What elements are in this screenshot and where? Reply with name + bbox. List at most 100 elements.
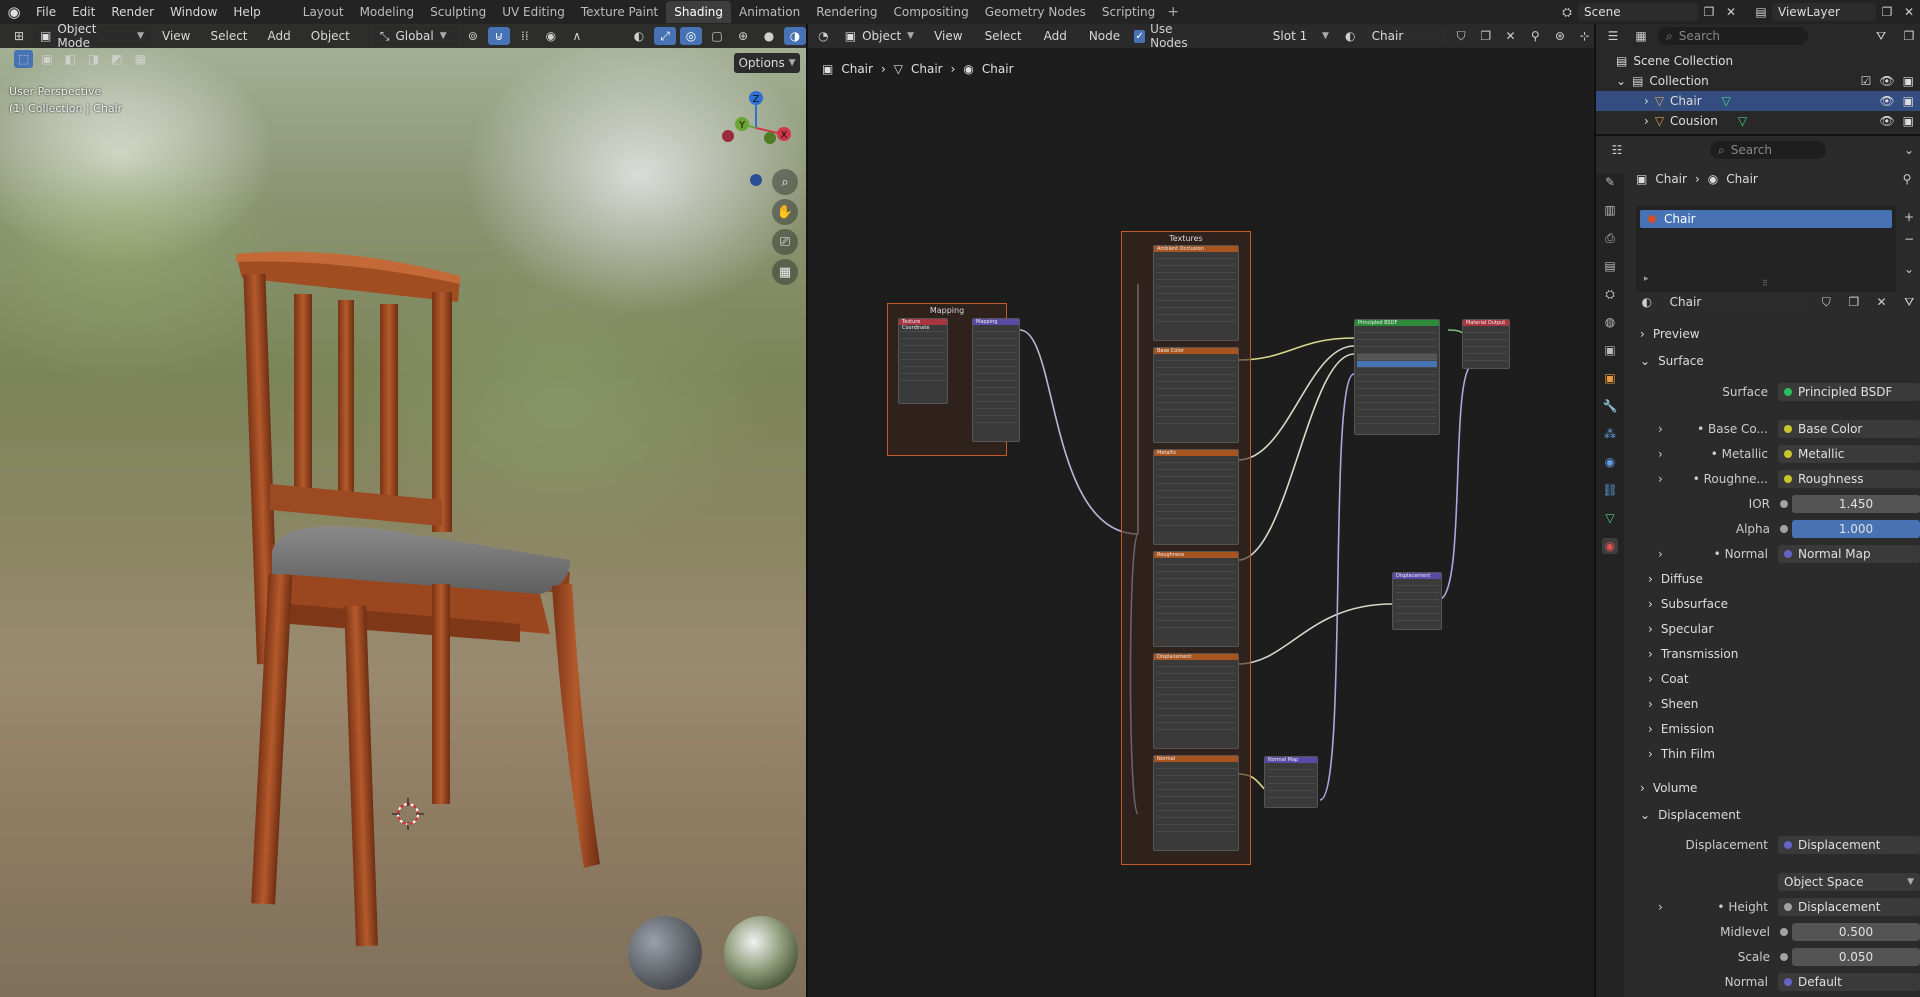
proportional-edit-icon[interactable]: ◉	[540, 27, 562, 45]
eye-icon[interactable]: 👁	[1879, 114, 1894, 128]
editor-type-icon[interactable]: ☷	[1606, 141, 1628, 159]
eye-icon[interactable]: 👁	[1879, 94, 1894, 108]
tab-animation[interactable]: Animation	[731, 1, 808, 23]
properties-search-input[interactable]: ⌕ Search	[1710, 141, 1826, 159]
node-principled-bsdf[interactable]: Principled BSDF	[1354, 319, 1440, 435]
perspective-grid-icon[interactable]: ▦	[772, 259, 798, 285]
editor-type-icon[interactable]: ⊞	[8, 27, 30, 45]
section-surface[interactable]: ⌄ Surface	[1640, 351, 1920, 371]
material-slot-item[interactable]: Chair	[1640, 210, 1892, 228]
tab-texture-paint[interactable]: Texture Paint	[573, 1, 666, 23]
height-field[interactable]: Displacement	[1778, 898, 1920, 916]
zoom-icon[interactable]: ⌕	[772, 169, 798, 195]
particles-tab-icon[interactable]: ⁂	[1602, 426, 1618, 442]
editor-type-icon[interactable]: ☰	[1602, 27, 1624, 45]
vp-menu-select[interactable]: Select	[202, 24, 255, 48]
falloff-icon[interactable]: ∧	[566, 27, 588, 45]
camera-icon[interactable]: ▣	[1903, 94, 1914, 108]
delete-view-layer-icon[interactable]: ✕	[1898, 3, 1920, 21]
chair-model[interactable]	[220, 214, 610, 954]
chevron-down-icon[interactable]: ⌄	[1898, 141, 1920, 159]
node-mapping[interactable]: Mapping	[972, 318, 1020, 442]
ior-slider[interactable]: 1.450	[1792, 495, 1920, 513]
delete-scene-icon[interactable]: ✕	[1720, 3, 1742, 21]
transform-orientation-dropdown[interactable]: ⤡ Global ▼	[373, 27, 458, 45]
space-dropdown[interactable]: Object Space ▼	[1778, 873, 1920, 891]
view-layer-tab-icon[interactable]: ▤	[1602, 258, 1618, 274]
pin-icon[interactable]: ⚲	[1896, 170, 1918, 188]
material-link-icon[interactable]: ⛛	[1898, 293, 1920, 311]
node-tex-metallic[interactable]: Metallic	[1153, 449, 1239, 545]
tab-geometry-nodes[interactable]: Geometry Nodes	[977, 1, 1094, 23]
new-collection-icon[interactable]: ❐	[1898, 27, 1920, 45]
subsection-subsurface[interactable]: › Subsurface	[1648, 594, 1920, 614]
subsection-diffuse[interactable]: › Diffuse	[1648, 569, 1920, 589]
remove-slot-icon[interactable]: −	[1898, 230, 1920, 248]
node-texture-coordinate[interactable]: Texture Coordinate	[898, 318, 948, 404]
outliner-scene-collection[interactable]: ▤ Scene Collection	[1596, 51, 1920, 71]
node-tex-base-color[interactable]: Base Color	[1153, 347, 1239, 443]
section-preview[interactable]: › Preview	[1640, 324, 1920, 344]
surface-shader-field[interactable]: Principled BSDF	[1778, 383, 1920, 401]
subsection-sheen[interactable]: › Sheen	[1648, 694, 1920, 714]
fake-user-shield-icon[interactable]: ⛉	[1815, 293, 1837, 311]
node-material-output[interactable]: Material Output	[1462, 319, 1510, 369]
subsection-emission[interactable]: › Emission	[1648, 719, 1920, 739]
overlays-icon[interactable]: ◎	[680, 27, 702, 45]
tab-layout[interactable]: Layout	[295, 1, 352, 23]
select-extend-icon[interactable]: ◧	[61, 50, 80, 68]
disp-normal-field[interactable]: Default	[1778, 973, 1920, 991]
resize-handle-icon[interactable]: ⠿	[1762, 279, 1768, 288]
outliner[interactable]: ☰ ▦ ⌕ Search ⛛ ❐ ▤ Scene Collection ⌄ ▤ Coll…	[1596, 24, 1920, 132]
node-displacement[interactable]: Displacement	[1392, 572, 1442, 630]
select-box-icon[interactable]: ▣	[37, 50, 56, 68]
vp-menu-object[interactable]: Object	[303, 24, 358, 48]
tool-tab-icon[interactable]: ✎	[1602, 174, 1618, 190]
slot-specials-icon[interactable]: ⌄	[1898, 260, 1920, 278]
view-layer-field[interactable]: ViewLayer	[1772, 3, 1876, 21]
node-tex-normal[interactable]: Normal	[1153, 755, 1239, 851]
subsection-transmission[interactable]: › Transmission	[1648, 644, 1920, 664]
node-tex-roughness[interactable]: Roughness	[1153, 551, 1239, 647]
duplicate-material-icon[interactable]: ❐	[1843, 293, 1865, 311]
wireframe-shading-icon[interactable]: ⊕	[732, 27, 754, 45]
output-tab-icon[interactable]: ⎙	[1602, 230, 1618, 246]
new-scene-icon[interactable]: ❐	[1698, 3, 1720, 21]
tab-modeling[interactable]: Modeling	[352, 1, 423, 23]
material-shading-icon[interactable]: ◑	[784, 27, 806, 45]
add-slot-icon[interactable]: +	[1898, 208, 1920, 226]
subsection-coat[interactable]: › Coat	[1648, 669, 1920, 689]
collection-tab-icon[interactable]: ▣	[1602, 342, 1618, 358]
material-datablock-field[interactable]: Chair	[1663, 293, 1810, 311]
world-tab-icon[interactable]: ◍	[1602, 314, 1618, 330]
select-tool-icon[interactable]: ⬚	[14, 50, 34, 68]
expand-icon[interactable]: ›	[1658, 447, 1663, 461]
physics-tab-icon[interactable]: ◉	[1602, 454, 1618, 470]
menu-help[interactable]: Help	[225, 0, 268, 24]
camera-icon[interactable]: ▣	[1903, 114, 1914, 128]
visibility-icon[interactable]: ◐	[628, 27, 650, 45]
solid-shading-icon[interactable]: ●	[758, 27, 780, 45]
node-normal-map[interactable]: Normal Map	[1264, 756, 1318, 808]
subsection-thin-film[interactable]: › Thin Film	[1648, 744, 1920, 764]
tab-sculpting[interactable]: Sculpting	[422, 1, 494, 23]
area-divider[interactable]	[1596, 134, 1920, 136]
object-mode-dropdown[interactable]: ▣ Object Mode ▼	[34, 24, 150, 50]
camera-view-icon[interactable]: ⎚	[772, 229, 798, 255]
add-workspace-icon[interactable]: +	[1163, 4, 1183, 20]
menu-render[interactable]: Render	[103, 0, 162, 24]
base-color-field[interactable]: Base Color	[1778, 420, 1920, 438]
data-tab-icon[interactable]: ▽	[1602, 510, 1618, 526]
eye-icon[interactable]: 👁	[1879, 74, 1894, 88]
expand-icon[interactable]: ›	[1658, 547, 1663, 561]
midlevel-slider[interactable]: 0.500	[1792, 923, 1920, 941]
display-mode-icon[interactable]: ▦	[1630, 27, 1652, 45]
render-tab-icon[interactable]: ▥	[1602, 202, 1618, 218]
filter-icon[interactable]: ⛛	[1870, 27, 1892, 45]
outliner-search-input[interactable]: ⌕ Search	[1658, 27, 1808, 45]
expand-icon[interactable]: ›	[1658, 900, 1663, 914]
scale-slider[interactable]: 0.050	[1792, 948, 1920, 966]
material-browse-icon[interactable]: ◐	[1636, 293, 1658, 311]
menu-file[interactable]: File	[28, 0, 64, 24]
modifier-tab-icon[interactable]: 🔧	[1602, 398, 1618, 414]
